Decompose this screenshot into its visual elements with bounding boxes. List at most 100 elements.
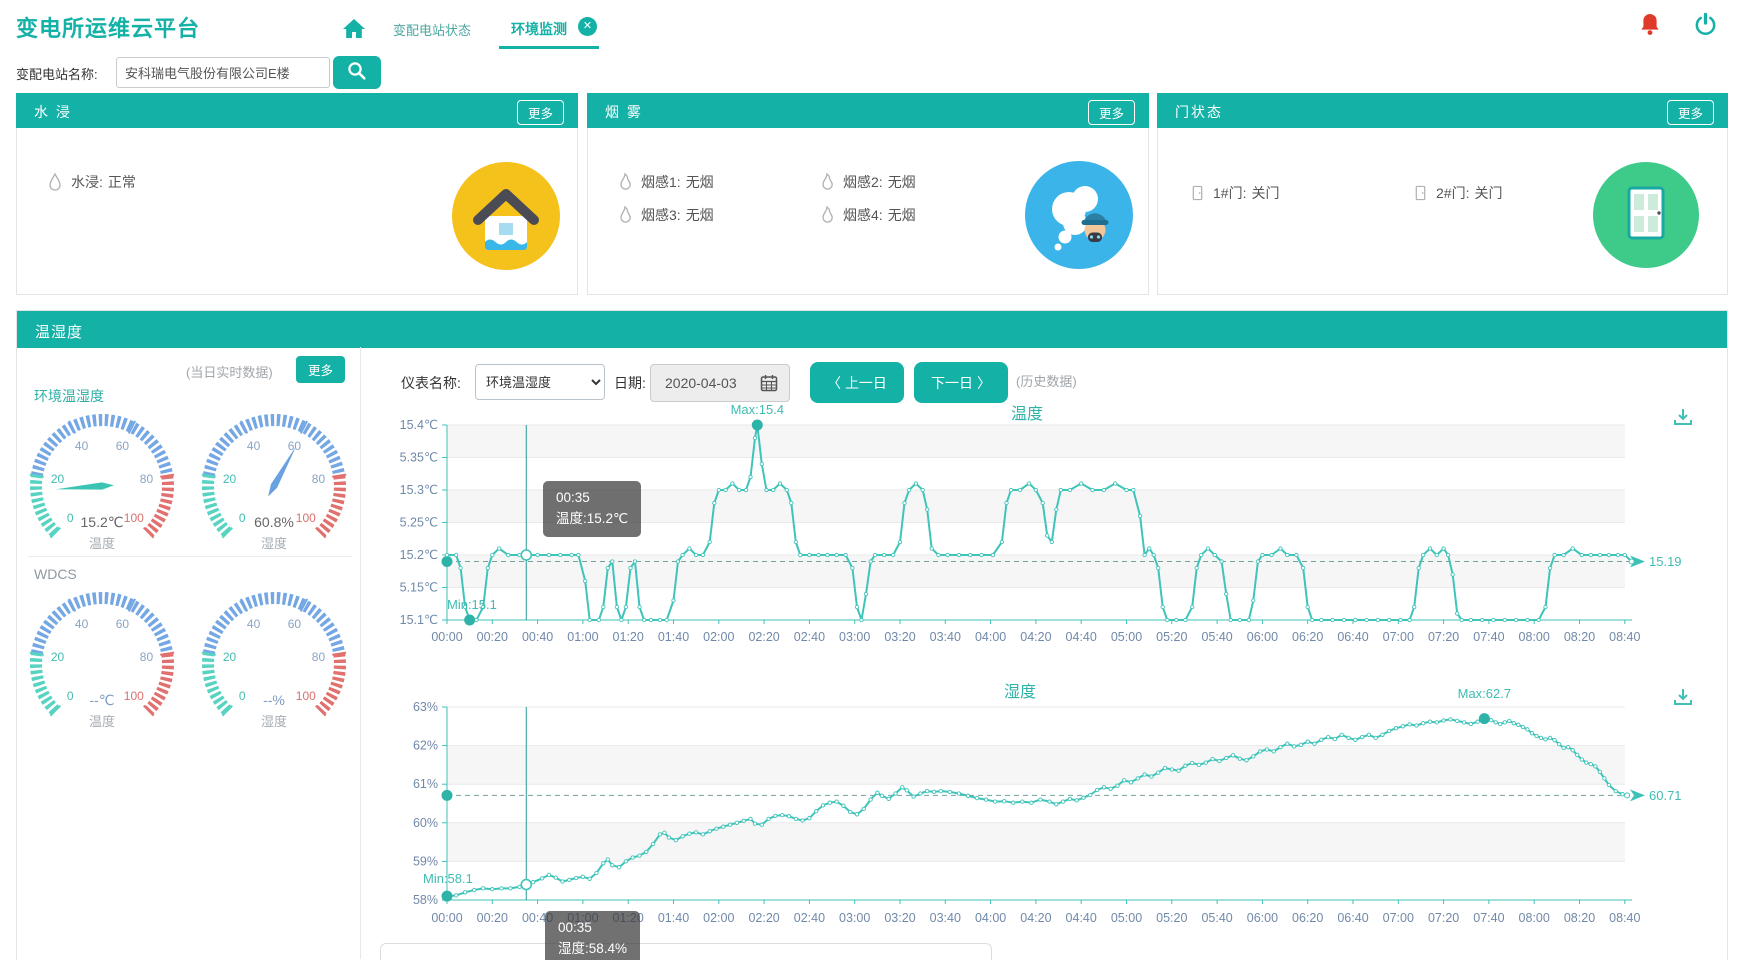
next-day-button[interactable]: 下一日 〉 — [914, 362, 1008, 403]
smoke-sensor-item: 烟感2: 无烟 — [819, 172, 916, 192]
search-button[interactable] — [333, 56, 381, 89]
svg-text:04:20: 04:20 — [1020, 911, 1051, 925]
door-panel: 门状态 更多 1#门: 关门 2#门: 关门 — [1157, 93, 1728, 295]
svg-text:03:20: 03:20 — [884, 911, 915, 925]
door-panel-header: 门状态 更多 — [1157, 93, 1728, 128]
svg-text:05:40: 05:40 — [1201, 911, 1232, 925]
svg-text:06:00: 06:00 — [1247, 630, 1278, 644]
download-icon[interactable] — [1675, 689, 1691, 704]
door-more-button[interactable]: 更多 — [1667, 100, 1714, 125]
svg-text:Max:15.4: Max:15.4 — [731, 402, 784, 417]
svg-text:20: 20 — [223, 650, 237, 664]
meter-select[interactable]: 环境温湿度 — [475, 364, 605, 400]
smoke-cloud-icon — [1025, 161, 1133, 269]
svg-text:08:40: 08:40 — [1609, 911, 1640, 925]
svg-text:40: 40 — [247, 617, 261, 631]
svg-text:61%: 61% — [413, 777, 438, 791]
chart-title: 温度 — [1011, 405, 1043, 423]
svg-text:20: 20 — [223, 472, 237, 486]
panel-divider — [360, 347, 361, 959]
svg-text:01:40: 01:40 — [658, 911, 689, 925]
water-more-button[interactable]: 更多 — [517, 100, 564, 125]
bell-icon[interactable] — [1638, 12, 1662, 43]
svg-text:Max:62.7: Max:62.7 — [1458, 686, 1511, 701]
door-status-item: 2#门: 关门 — [1413, 183, 1502, 203]
svg-text:03:00: 03:00 — [839, 911, 870, 925]
door-icon — [1413, 184, 1428, 202]
substation-name-input[interactable] — [116, 57, 330, 88]
gauge-value: 60.8% — [198, 514, 350, 530]
svg-text:Min:58.1: Min:58.1 — [423, 871, 473, 886]
svg-text:02:40: 02:40 — [794, 630, 825, 644]
gauge-group-name: WDCS — [34, 566, 77, 582]
download-icon[interactable] — [1675, 409, 1691, 424]
water-status-item: 水浸: 正常 — [47, 172, 136, 192]
svg-text:Min:15.1: Min:15.1 — [447, 597, 497, 612]
svg-text:60: 60 — [116, 617, 130, 631]
home-icon[interactable] — [341, 16, 367, 47]
smoke-more-button[interactable]: 更多 — [1088, 100, 1135, 125]
bottom-strip — [380, 943, 992, 960]
svg-text:60%: 60% — [413, 816, 438, 830]
power-icon[interactable] — [1693, 12, 1718, 42]
svg-text:00:40: 00:40 — [522, 630, 553, 644]
gauge-label: 温度 — [26, 711, 178, 730]
water-panel-body: 水浸: 正常 — [16, 128, 578, 295]
calendar-icon — [759, 373, 779, 393]
svg-text:20: 20 — [51, 650, 65, 664]
svg-text:00:00: 00:00 — [431, 911, 462, 925]
close-icon[interactable]: ✕ — [578, 17, 597, 36]
tab-substation-status[interactable]: 变配电站状态 — [393, 20, 471, 39]
chart-tooltip-humidity: 00:35 湿度:58.4% — [545, 911, 640, 960]
svg-text:07:20: 07:20 — [1428, 911, 1459, 925]
tab-environment-monitor[interactable]: 环境监测 — [511, 19, 567, 39]
chart-tooltip-temperature: 00:35 温度:15.2℃ — [543, 481, 641, 537]
svg-text:59%: 59% — [413, 854, 438, 868]
svg-text:03:20: 03:20 — [884, 630, 915, 644]
svg-text:20: 20 — [51, 472, 65, 486]
svg-text:80: 80 — [140, 650, 154, 664]
gauges-more-button[interactable]: 更多 — [296, 356, 345, 383]
svg-text:00:20: 00:20 — [477, 630, 508, 644]
svg-text:80: 80 — [140, 472, 154, 486]
prev-day-button[interactable]: 〈 上一日 — [810, 362, 904, 403]
gauge-label: 湿度 — [198, 533, 350, 552]
svg-text:01:00: 01:00 — [567, 630, 598, 644]
door-status-item: 1#门: 关门 — [1190, 183, 1279, 203]
svg-text:03:00: 03:00 — [839, 630, 870, 644]
svg-text:04:00: 04:00 — [975, 911, 1006, 925]
gauge-group-divider — [28, 556, 352, 557]
svg-text:15.4℃: 15.4℃ — [400, 418, 438, 432]
gauge-env-temperature: 15.2℃ 温度 020406080100 — [26, 408, 178, 558]
water-panel-title: 水 浸 — [34, 102, 72, 122]
svg-text:07:00: 07:00 — [1383, 911, 1414, 925]
gauge-value: --℃ — [26, 692, 178, 709]
svg-text:00:00: 00:00 — [431, 630, 462, 644]
svg-text:60: 60 — [116, 439, 130, 453]
smoke-sensor-item: 烟感3: 无烟 — [617, 205, 714, 225]
svg-text:07:40: 07:40 — [1473, 630, 1504, 644]
svg-text:04:40: 04:40 — [1066, 630, 1097, 644]
gauge-value: --% — [198, 692, 350, 708]
date-input[interactable]: 2020-04-03 — [650, 364, 790, 402]
door-panel-title: 门状态 — [1175, 102, 1223, 122]
gauge-value: 15.2℃ — [26, 514, 178, 531]
droplet-icon — [47, 172, 63, 192]
svg-text:05:20: 05:20 — [1156, 911, 1187, 925]
date-label: 日期: — [614, 373, 646, 393]
svg-text:00:20: 00:20 — [477, 911, 508, 925]
svg-text:04:20: 04:20 — [1020, 630, 1051, 644]
svg-text:40: 40 — [75, 439, 89, 453]
svg-text:06:20: 06:20 — [1292, 630, 1323, 644]
svg-text:05:40: 05:40 — [1201, 630, 1232, 644]
smoke-sensor-item: 烟感4: 无烟 — [819, 205, 916, 225]
water-panel-header: 水 浸 更多 — [16, 93, 578, 128]
history-note: (历史数据) — [1016, 371, 1077, 390]
svg-text:04:40: 04:40 — [1066, 911, 1097, 925]
svg-text:62%: 62% — [413, 739, 438, 753]
svg-text:40: 40 — [75, 617, 89, 631]
chevron-left-icon: 〈 — [827, 375, 841, 391]
svg-text:04:00: 04:00 — [975, 630, 1006, 644]
svg-text:15.2℃: 15.2℃ — [400, 548, 438, 562]
page: 变电所运维云平台 变配电站状态 环境监测 ✕ 变配电站名称: 水 浸 更多 水浸… — [0, 0, 1740, 960]
